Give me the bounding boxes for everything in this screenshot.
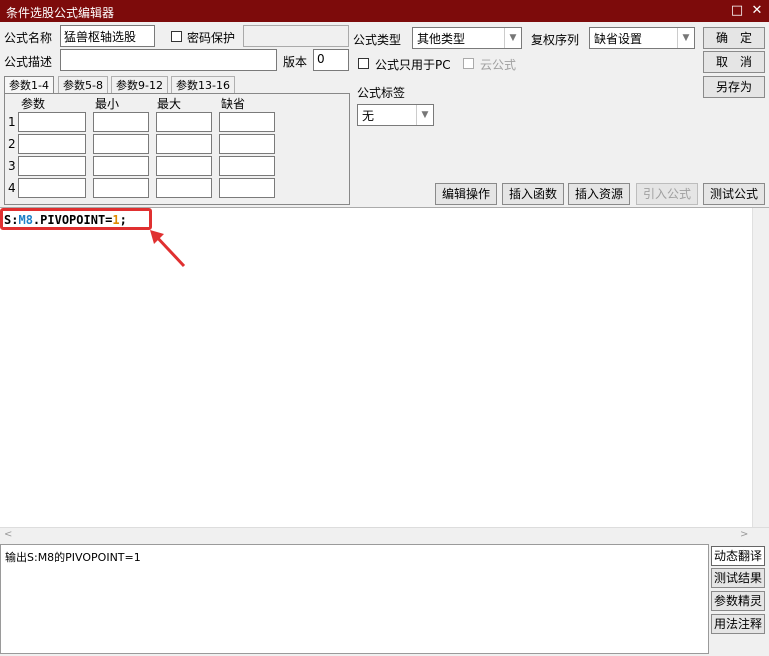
chevron-down-icon: ▼ <box>504 28 521 48</box>
param-1-name[interactable] <box>18 112 86 132</box>
window-title: 条件选股公式编辑器 <box>6 6 115 20</box>
param-row-number: 1 <box>8 115 16 129</box>
param-row-number: 4 <box>8 181 16 195</box>
cloud-checkbox <box>463 58 474 69</box>
rights-value: 缺省设置 <box>594 32 643 46</box>
type-value: 其他类型 <box>417 32 466 46</box>
tab-params-1-4[interactable]: 参数1-4 <box>4 76 54 94</box>
pc-only-checkbox[interactable] <box>358 58 369 69</box>
chevron-down-icon: ▼ <box>677 28 694 48</box>
param-2-name[interactable] <box>18 134 86 154</box>
editor-hscrollbar[interactable]: < > <box>0 527 769 544</box>
ok-button[interactable]: 确 定 <box>703 27 765 49</box>
param-3-default[interactable] <box>219 156 275 176</box>
cancel-button[interactable]: 取 消 <box>703 51 765 73</box>
tab-params-9-12[interactable]: 参数9-12 <box>111 76 168 94</box>
param-row-number: 3 <box>8 159 16 173</box>
param-4-name[interactable] <box>18 178 86 198</box>
param-1-max[interactable] <box>156 112 212 132</box>
param-4-max[interactable] <box>156 178 212 198</box>
name-input[interactable]: 猛兽枢轴选股 <box>60 25 155 47</box>
test-formula-button[interactable]: 测试公式 <box>703 183 765 205</box>
rights-label: 复权序列 <box>531 33 580 47</box>
chevron-down-icon: ▼ <box>416 105 433 125</box>
param-header-name: 参数 <box>21 97 46 111</box>
scroll-left-icon[interactable]: < <box>4 529 12 540</box>
version-input[interactable]: 0 <box>313 49 349 71</box>
import-formula-button: 引入公式 <box>636 183 698 205</box>
title-bar: 条件选股公式编辑器 □ ✕ <box>0 0 769 22</box>
param-header-default: 缺省 <box>221 97 246 111</box>
param-1-min[interactable] <box>93 112 149 132</box>
param-row-number: 2 <box>8 137 16 151</box>
param-4-min[interactable] <box>93 178 149 198</box>
param-4-default[interactable] <box>219 178 275 198</box>
tag-value: 无 <box>362 109 375 123</box>
output-text: 输出S:M8的PIVOPOINT=1 <box>5 551 141 564</box>
insert-function-button[interactable]: 插入函数 <box>502 183 564 205</box>
param-2-max[interactable] <box>156 134 212 154</box>
output-panel: 输出S:M8的PIVOPOINT=1 <box>0 544 709 654</box>
tab-params-5-8[interactable]: 参数5-8 <box>58 76 108 94</box>
pc-only-label: 公式只用于PC <box>375 58 451 72</box>
close-icon[interactable]: ✕ <box>748 2 766 20</box>
password-checkbox[interactable] <box>171 31 182 42</box>
save-as-button[interactable]: 另存为 <box>703 76 765 98</box>
dynamic-translate-button[interactable]: 动态翻译 <box>711 546 765 566</box>
param-2-default[interactable] <box>219 134 275 154</box>
password-label: 密码保护 <box>187 31 236 45</box>
type-label: 公式类型 <box>353 33 402 47</box>
editor-vscrollbar[interactable] <box>752 208 769 528</box>
scroll-right-icon[interactable]: > <box>740 529 748 540</box>
tag-label: 公式标签 <box>357 86 406 100</box>
annotation-arrow-icon <box>150 230 186 268</box>
param-header-max: 最大 <box>157 97 182 111</box>
formula-editor[interactable]: S:M8.PIVOPOINT=1; <box>0 207 769 528</box>
edit-ops-button[interactable]: 编辑操作 <box>435 183 497 205</box>
code-highlight-box <box>0 208 152 230</box>
test-result-button[interactable]: 测试结果 <box>711 568 765 588</box>
tag-select[interactable]: 无 ▼ <box>357 104 434 126</box>
param-wizard-button[interactable]: 参数精灵 <box>711 591 765 611</box>
tab-params-13-16[interactable]: 参数13-16 <box>171 76 235 94</box>
param-header-min: 最小 <box>95 97 120 111</box>
param-2-min[interactable] <box>93 134 149 154</box>
desc-input[interactable] <box>60 49 277 71</box>
param-3-name[interactable] <box>18 156 86 176</box>
desc-label: 公式描述 <box>4 55 53 69</box>
rights-select[interactable]: 缺省设置 ▼ <box>589 27 695 49</box>
param-3-min[interactable] <box>93 156 149 176</box>
insert-resource-button[interactable]: 插入资源 <box>568 183 630 205</box>
usage-notes-button[interactable]: 用法注释 <box>711 614 765 634</box>
param-1-default[interactable] <box>219 112 275 132</box>
name-label: 公式名称 <box>4 31 53 45</box>
param-3-max[interactable] <box>156 156 212 176</box>
type-select[interactable]: 其他类型 ▼ <box>412 27 522 49</box>
version-label: 版本 <box>283 55 308 69</box>
password-input <box>243 25 349 47</box>
cloud-label: 云公式 <box>480 58 517 72</box>
maximize-icon[interactable]: □ <box>728 2 746 20</box>
